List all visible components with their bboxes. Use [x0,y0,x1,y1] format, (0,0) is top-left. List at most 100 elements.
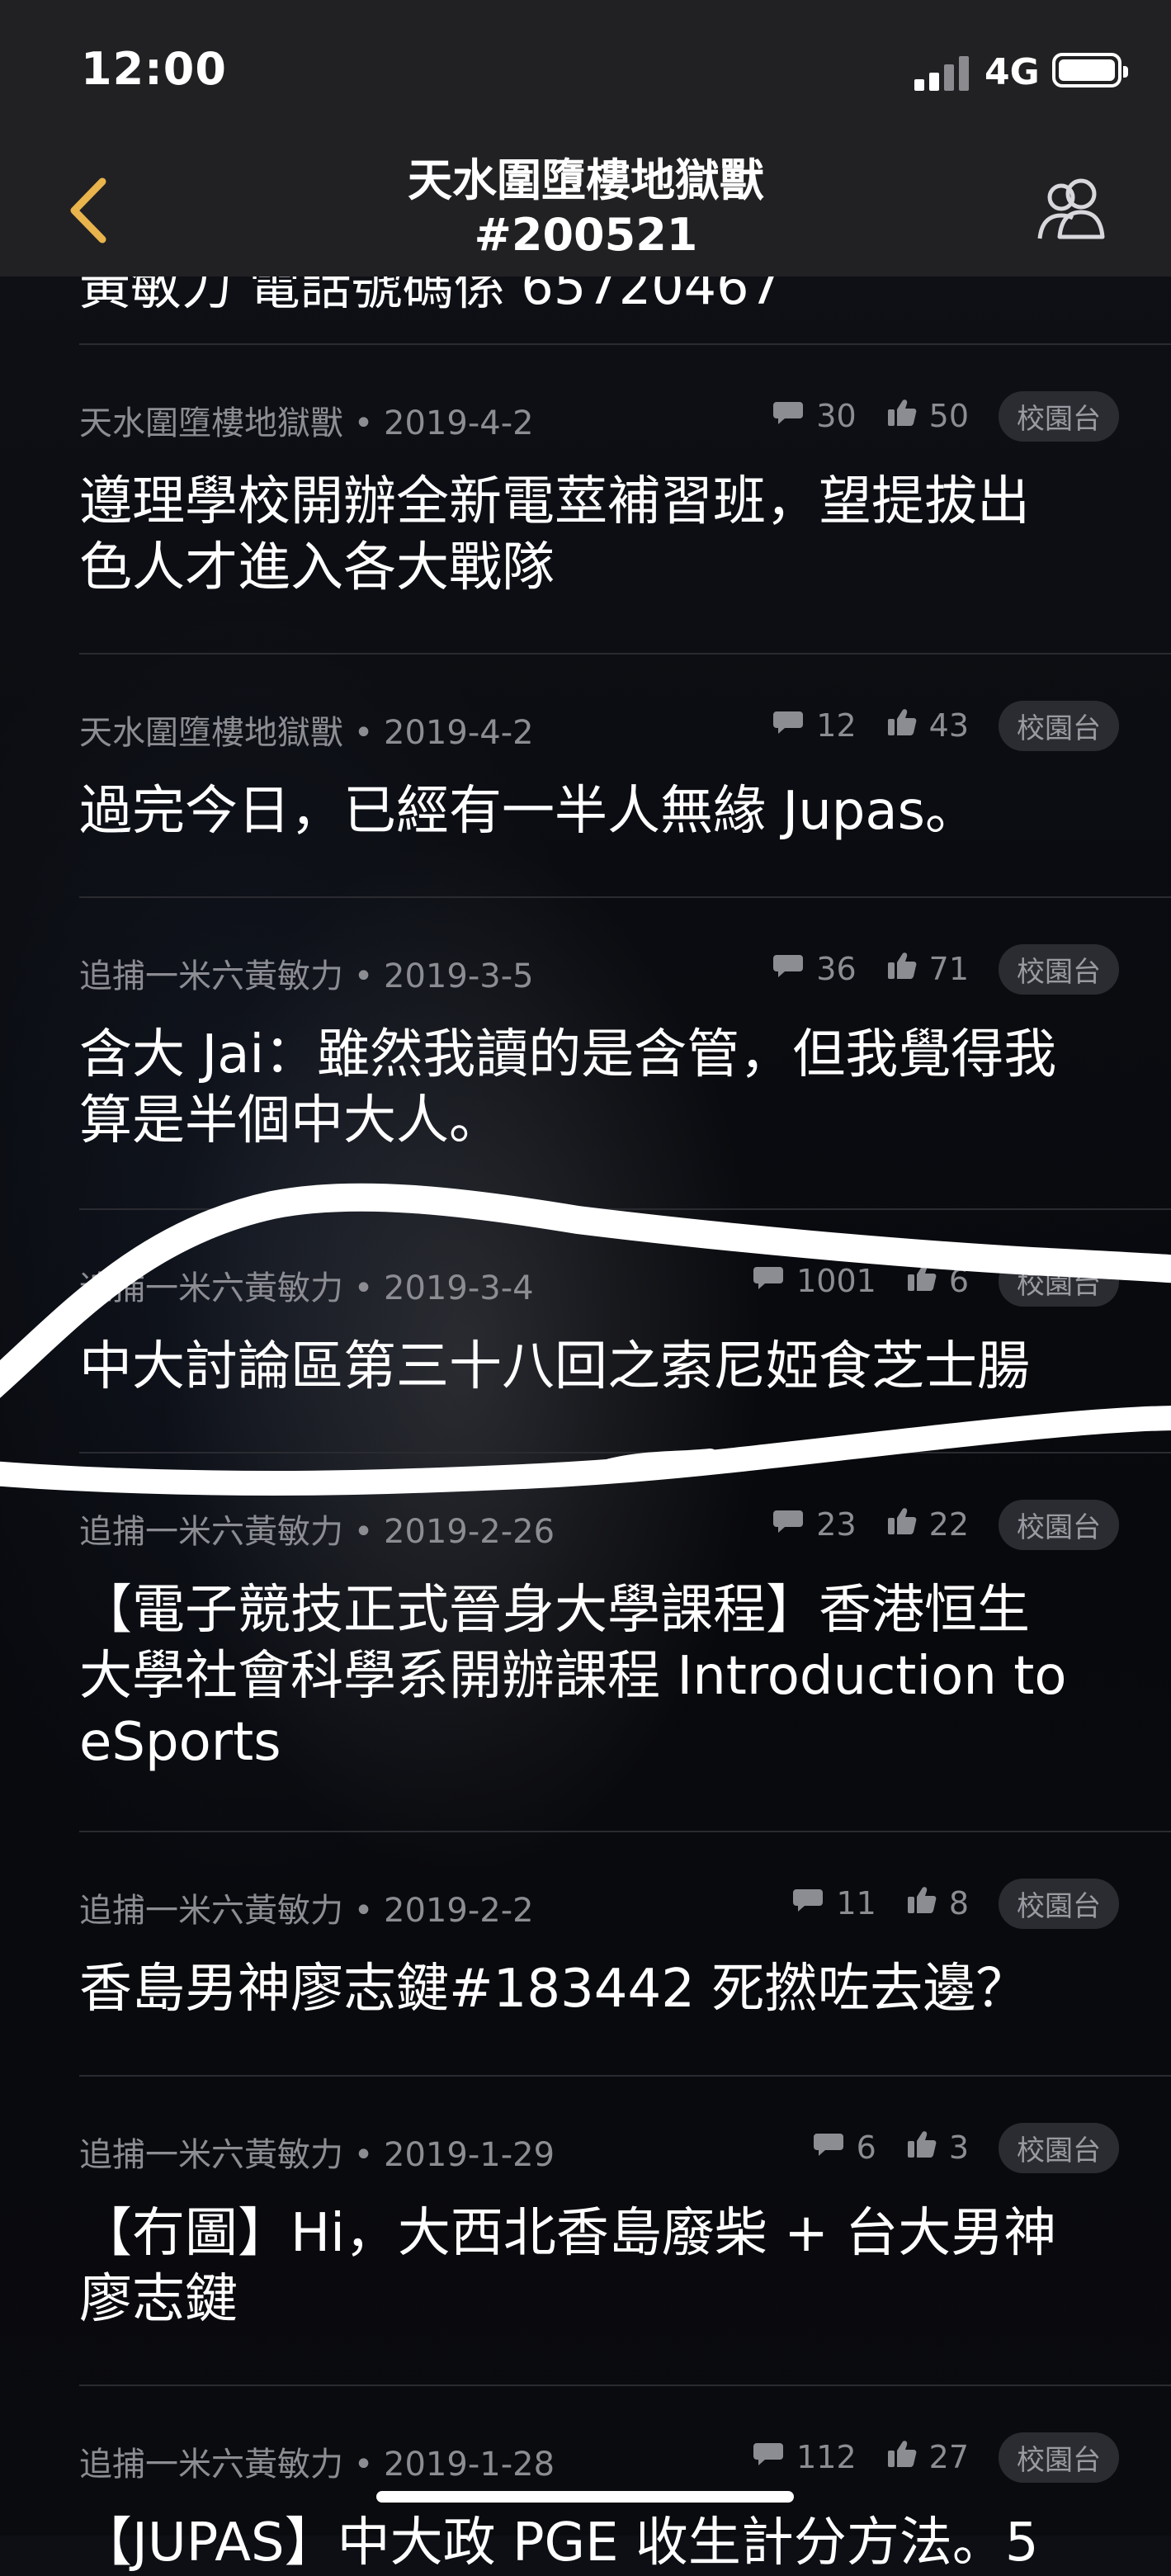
speech-bubble-icon [772,707,816,744]
post-author-date: 天水圍墮樓地獄獸 • 2019-4-2 [79,396,534,444]
like-count: 3 [906,2129,969,2167]
post-stats: 112 27 校園台 [752,2432,1119,2483]
comment-count: 23 [772,1506,857,1543]
post-title-line: 算是半個中大人。 [79,1090,502,1151]
home-indicator[interactable] [376,2491,794,2503]
category-badge[interactable]: 校園台 [999,1499,1119,1550]
separator-dot: • [343,1513,385,1551]
like-count-value: 71 [928,951,969,987]
post-title-line: 【JUPAS】中大政 PGE 收生計分方法。5 [79,2512,1039,2574]
post-title[interactable]: 香島男神廖志鍵#183442 死撚咗去邊？ [79,1956,1136,2022]
category-badge[interactable]: 校園台 [999,2432,1119,2483]
category-badge[interactable]: 校園台 [999,943,1119,995]
separator-dot: • [343,2446,385,2484]
comment-count-value: 1001 [796,1263,876,1299]
post-author[interactable]: 追捕一米六黃敏力 [79,957,343,995]
post-meta: 追捕一米六黃敏力 • 2019-1-29 6 3 校園台 [79,2122,1119,2174]
category-badge[interactable]: 校園台 [999,2122,1119,2173]
post-divider [79,1208,1171,1210]
post-date: 2019-3-5 [384,957,534,995]
like-count: 43 [886,707,969,744]
group-icon[interactable] [1032,169,1114,252]
speech-bubble-icon [772,1506,816,1543]
post-title[interactable]: 中大討論區第三十八回之索尼婭食芝士腸 [79,1334,1136,1400]
post-title[interactable]: 遵理學校開辦全新電莖補習班，望提拔出 色人才進入各大戰隊 [79,469,1136,601]
post-author[interactable]: 天水圍墮樓地獄獸 [79,404,343,442]
post-author[interactable]: 追捕一米六黃敏力 [79,2136,343,2174]
post-divider [79,2075,1171,2077]
speech-bubble-icon [772,398,816,434]
thumbs-up-icon [906,1885,949,1922]
post-stats: 36 71 校園台 [772,943,1119,995]
post-title[interactable]: 【電子競技正式晉身大學課程】香港恒生 大學社會科學系開辦課程 Introducti… [79,1577,1136,1775]
comment-count: 12 [772,707,857,744]
post-date: 2019-2-2 [384,1892,534,1930]
post-title[interactable]: 【冇圖】Hi，大西北香島廢柴 + 台大男神 廖志鍵 [79,2200,1136,2333]
comment-count-value: 12 [816,707,857,744]
category-badge[interactable]: 校園台 [999,390,1119,442]
post-meta: 追捕一米六黃敏力 • 2019-1-28 112 27 校園台 [79,2432,1119,2485]
back-chevron-icon[interactable] [64,173,114,248]
like-count: 8 [906,1885,969,1922]
post-divider [79,343,1171,345]
separator-dot: • [343,2136,385,2174]
post-author[interactable]: 追捕一米六黃敏力 [79,1513,343,1551]
speech-bubble-icon [752,2439,796,2475]
comment-count: 6 [812,2129,876,2166]
category-badge[interactable]: 校園台 [999,1255,1119,1307]
post-divider [79,2385,1171,2386]
thumbs-up-icon [886,2439,929,2476]
post-date: 2019-1-28 [384,2446,555,2484]
post-date: 2019-4-2 [384,714,534,752]
post-title-line: 中大討論區第三十八回之索尼婭食芝士腸 [79,1336,1030,1397]
category-badge[interactable]: 校園台 [999,1878,1119,1929]
post-author-date: 追捕一米六黃敏力 • 2019-1-29 [79,2128,555,2176]
post-meta: 天水圍墮樓地獄獸 • 2019-4-2 12 43 校園台 [79,700,1119,752]
post-title-line: 【冇圖】Hi，大西北香島廢柴 + 台大男神 [79,2203,1057,2264]
post-divider [79,653,1171,655]
like-count-value: 3 [948,2129,969,2166]
post-author[interactable]: 追捕一米六黃敏力 [79,1892,343,1930]
post-author[interactable]: 天水圍墮樓地獄獸 [79,714,343,752]
post-title-line: 廖志鍵 [79,2269,238,2330]
like-count: 6 [906,1263,969,1300]
comment-count: 30 [772,398,857,434]
post-stats: 6 3 校園台 [812,2122,1119,2173]
post-title[interactable]: 含大 Jai：雖然我讀的是含管，但我覺得我 算是半個中大人。 [79,1022,1136,1154]
like-count: 27 [886,2439,969,2476]
separator-dot: • [343,1892,385,1930]
like-count-value: 50 [928,398,969,434]
post-author-date: 追捕一米六黃敏力 • 2019-3-5 [79,949,534,997]
post-author-date: 天水圍墮樓地獄獸 • 2019-4-2 [79,706,534,754]
post-title[interactable]: 過完今日，已經有一半人無緣 Jupas。 [79,778,1136,844]
post-title-line: 過完今日，已經有一半人無緣 Jupas。 [79,781,978,842]
post-title-line: 色人才進入各大戰隊 [79,537,555,598]
like-count: 22 [886,1506,969,1543]
post-list: 黃敏力 電話號碼係 65720467 天水圍墮樓地獄獸 • 2019-4-2 30… [0,0,1171,2574]
speech-bubble-icon [772,951,816,987]
separator-dot: • [343,404,385,442]
post-stats: 11 8 校園台 [791,1878,1119,1929]
post-author[interactable]: 追捕一米六黃敏力 [79,2446,343,2484]
post-author-date: 追捕一米六黃敏力 • 2019-1-28 [79,2437,555,2485]
thumbs-up-icon [886,707,929,744]
like-count-value: 22 [928,1506,969,1543]
comment-count-value: 112 [796,2439,857,2475]
category-badge[interactable]: 校園台 [999,700,1119,751]
post-stats: 30 50 校園台 [772,390,1119,442]
comment-count: 112 [752,2439,857,2475]
thumbs-up-icon [906,2129,949,2167]
post-title[interactable]: 【JUPAS】中大政 PGE 收生計分方法。5 [79,2510,1136,2576]
like-count-value: 43 [928,707,969,744]
post-divider [79,1831,1171,1832]
comment-count: 36 [772,951,857,987]
post-title-line: 含大 Jai：雖然我讀的是含管，但我覺得我 [79,1024,1057,1085]
separator-dot: • [343,1269,385,1307]
post-meta: 追捕一米六黃敏力 • 2019-3-5 36 71 校園台 [79,943,1119,997]
speech-bubble-icon [752,1263,796,1299]
post-author[interactable]: 追捕一米六黃敏力 [79,1269,343,1307]
post-title-line: 遵理學校開辦全新電莖補習班，望提拔出 [79,471,1030,532]
post-divider [79,1452,1171,1453]
post-date: 2019-4-2 [384,404,534,442]
comment-count-value: 36 [816,951,857,987]
